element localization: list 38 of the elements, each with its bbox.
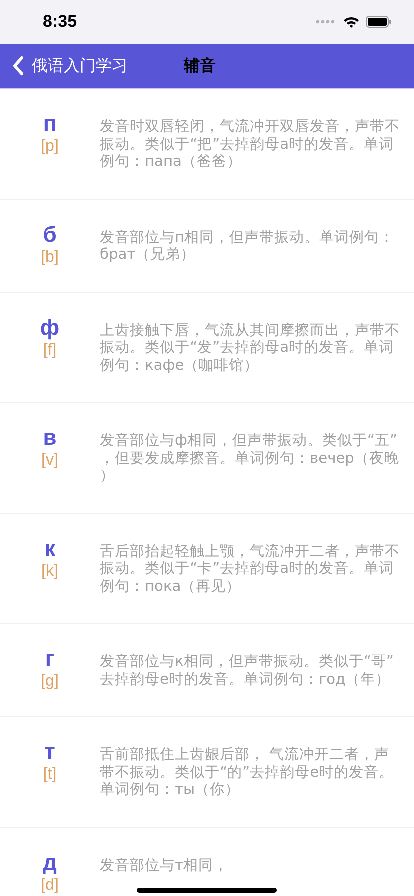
description: 发音部位与п相同，但声带振动。单词例句：брат（兄弟） <box>100 228 396 264</box>
consonant-row[interactable]: ф [f] 上齿接触下唇，气流从其间摩擦而出，声带不振动。类似于“发”去掉韵母a时的发音。单词例句：кафе（咖啡馆） <box>0 292 414 403</box>
letter: т <box>44 740 56 764</box>
description: 发音部位与т相同， <box>100 856 229 874</box>
wifi-icon <box>343 16 360 28</box>
status-time: 8:35 <box>43 12 78 32</box>
letter: к <box>44 536 56 560</box>
letter: в <box>43 426 57 450</box>
consonant-row[interactable]: в [v] 发音部位与ф相同，但声带振动。类似于“五”，但要发成摩擦音。单词例句：вечер（夜晚） <box>0 403 414 514</box>
back-button[interactable]: 俄语入门学习 <box>12 56 128 76</box>
letter: г <box>45 647 55 671</box>
letter: п <box>43 112 57 136</box>
description: 上齿接触下唇，气流从其间摩擦而出，声带不振动。类似于“发”去掉韵母a时的发音。单词例句：кафе（咖啡馆） <box>100 322 401 374</box>
phonetic-symbol: [b] <box>41 248 59 266</box>
consonant-row[interactable]: т [t] 舌前部抵住上齿龈后部， 气流冲开二者，声带不振动。类似于“的”去掉韵母e时的发音。单词例句：ты（你） <box>0 717 414 828</box>
phonetic-symbol: [g] <box>41 673 59 690</box>
description: 发音部位与к相同，但声带振动。类似于“哥”去掉韵母e时的发音。单词例句：год（年） <box>100 653 395 688</box>
letter: ф <box>40 316 60 340</box>
phonetic-symbol: [p] <box>41 138 59 155</box>
description: 发音时双唇轻闭，气流冲开双唇发音，声带不振动。类似于“把”去掉韵母a时的发音。单词例句：папа（爸爸） <box>100 118 401 170</box>
phonetic-symbol: [k] <box>42 562 58 580</box>
consonant-row[interactable]: б [b] 发音部位与п相同，但声带振动。单词例句：брат（兄弟） <box>0 200 414 292</box>
consonant-row[interactable]: к [k] 舌后部抬起轻触上颚，气流冲开二者，声带不振动。类似于“卡”去掉韵母a时的发音。单词例句：пока（再见） <box>0 514 414 624</box>
phonetic-symbol: [d] <box>41 876 59 894</box>
description: 发音部位与ф相同，但声带振动。类似于“五”，但要发成摩擦音。单词例句：вечер（夜晚） <box>100 432 400 484</box>
battery-icon <box>366 16 392 28</box>
back-chevron-icon <box>12 56 24 76</box>
letter: б <box>43 222 57 246</box>
consonant-row[interactable]: п [p] 发音时双唇轻闭，气流冲开双唇发音，声带不振动。类似于“把”去掉韵母a时的发音。单词例句：папа（爸爸） <box>0 89 414 200</box>
description: 舌前部抵住上齿龈后部， 气流冲开二者，声带不振动。类似于“的”去掉韵母e时的发音。单词例句：ты（你） <box>100 746 396 798</box>
nav-title: 辅音 <box>184 56 216 76</box>
phonetic-symbol: [f] <box>43 342 57 358</box>
signal-icon <box>315 19 337 25</box>
consonant-row[interactable]: г [g] 发音部位与к相同，但声带振动。类似于“哥”去掉韵母e时的发音。单词例句：год（年） <box>0 624 414 717</box>
phonetic-symbol: [t] <box>43 766 57 783</box>
phonetic-symbol: [v] <box>42 452 58 469</box>
letter: д <box>43 850 57 874</box>
description: 舌后部抬起轻触上颚，气流冲开二者，声带不振动。类似于“卡”去掉韵母a时的发音。单词例句：пока（再见） <box>100 542 401 595</box>
